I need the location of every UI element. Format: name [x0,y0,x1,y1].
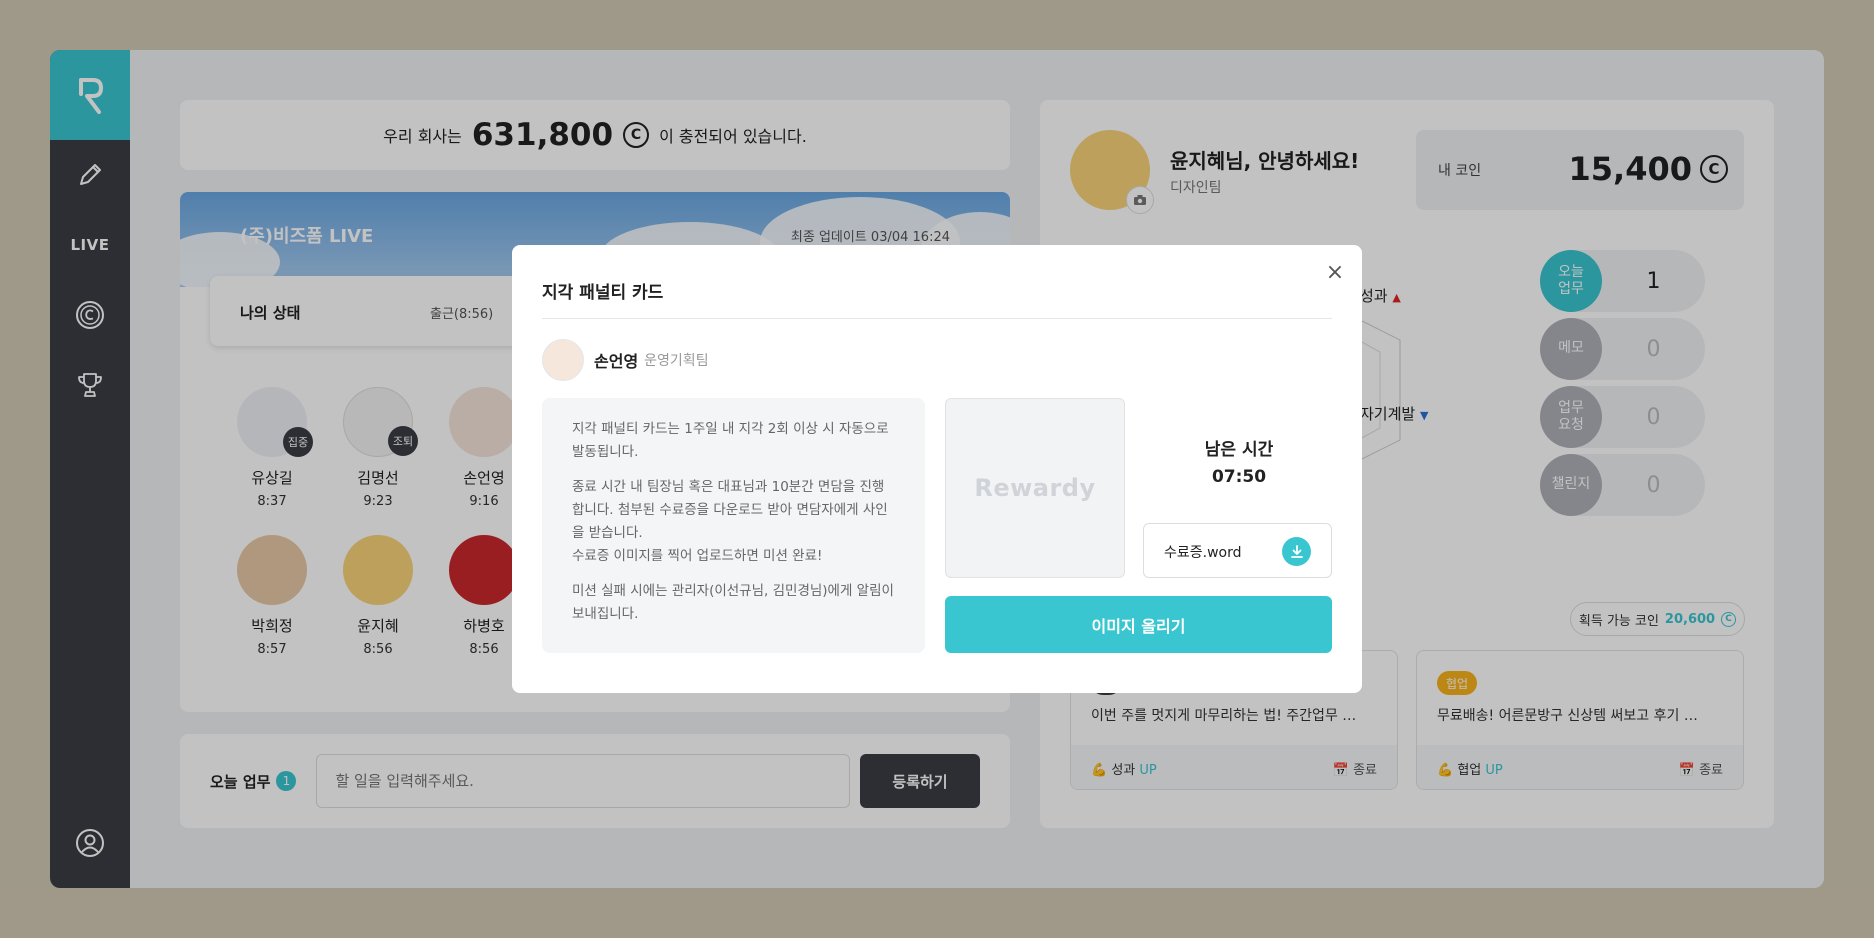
penalty-description: 지각 패널티 카드는 1주일 내 지각 2회 이상 시 자동으로 발동됩니다. … [542,398,925,653]
remaining-time: 남은 시간 07:50 [1145,437,1333,491]
download-icon [1290,544,1303,558]
close-icon[interactable]: × [1324,260,1346,285]
remaining-time-label: 남은 시간 [1204,440,1274,460]
upload-image-button[interactable]: 이미지 올리기 [945,596,1332,653]
desc-paragraph: 종료 시간 내 팀장님 혹은 대표님과 10분간 면담을 진행합니다. 첨부된 … [572,479,888,541]
download-button[interactable] [1282,537,1311,566]
modal-user: 손언영 운영기획팀 [542,339,709,381]
desc-paragraph: 지각 패널티 카드는 1주일 내 지각 2회 이상 시 자동으로 발동됩니다. [572,421,889,460]
remaining-time-value: 07:50 [1211,467,1267,487]
desc-paragraph: 수료증 이미지를 찍어 업로드하면 미션 완료! [572,548,823,564]
certificate-file: 수료증.word [1143,523,1332,578]
penalty-card-modal: 지각 패널티 카드 × 손언영 운영기획팀 지각 패널티 카드는 1주일 내 지… [512,245,1362,693]
image-preview[interactable]: Rewardy [945,398,1125,578]
divider [542,318,1332,319]
file-name: 수료증.word [1164,545,1242,561]
user-name: 손언영 [594,352,639,371]
modal-title: 지각 패널티 카드 [542,283,664,303]
user-avatar [542,339,584,381]
desc-paragraph: 미션 실패 시에는 관리자(이선규님, 김민경님)에게 알림이 보내집니다. [572,583,894,622]
user-team: 운영기획팀 [644,353,709,369]
